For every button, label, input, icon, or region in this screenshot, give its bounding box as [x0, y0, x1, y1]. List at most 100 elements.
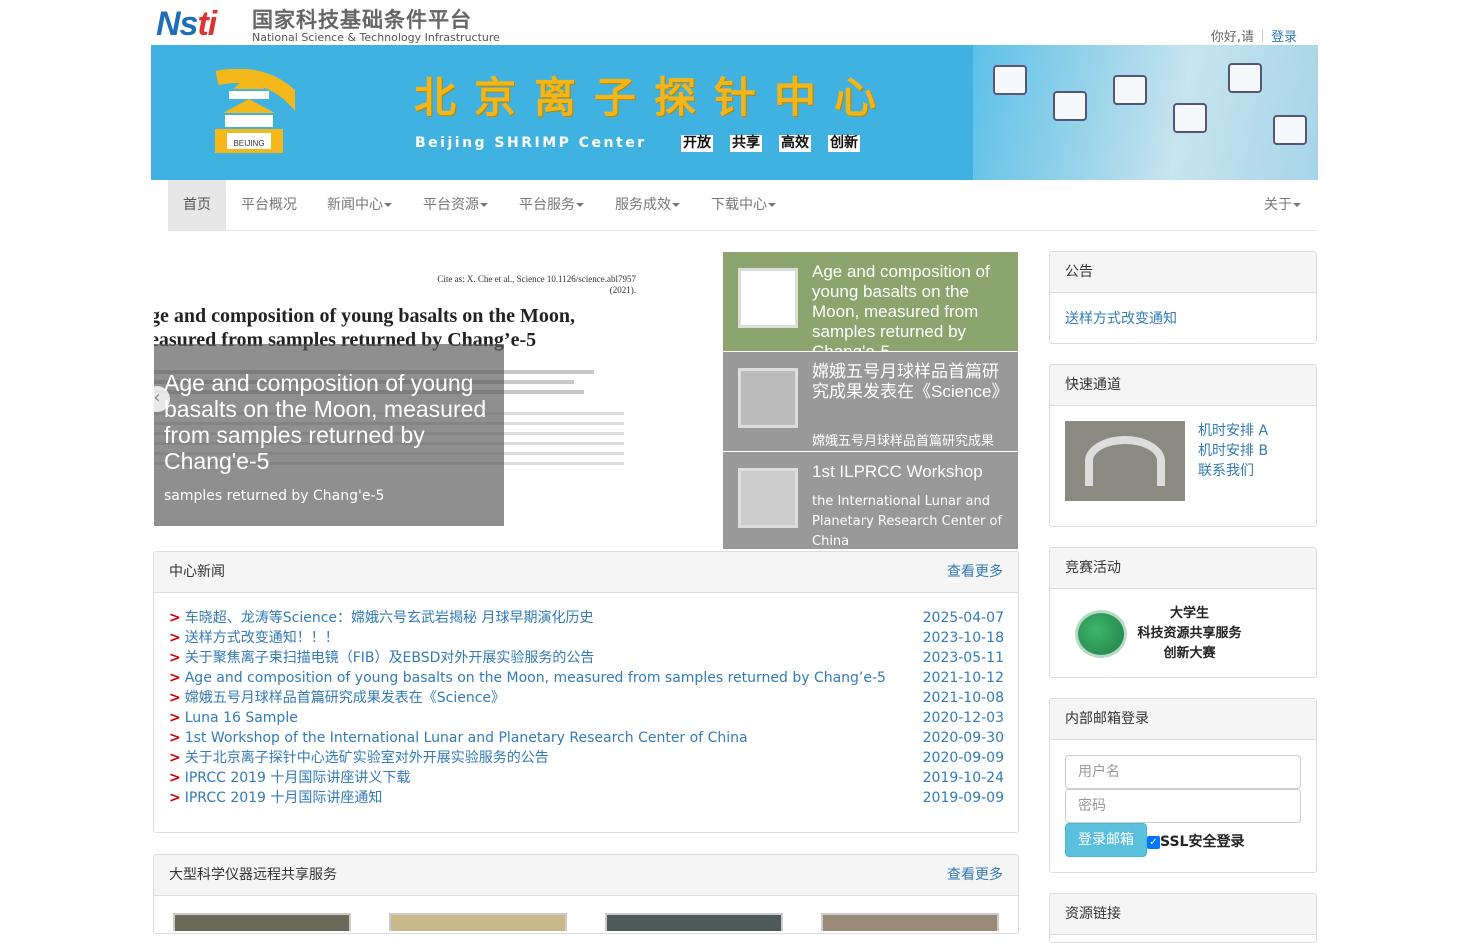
news-date: 2020-12-03: [922, 710, 1004, 726]
nav-item-overview[interactable]: 平台概况: [226, 180, 312, 230]
nav-item-home[interactable]: 首页: [168, 180, 226, 230]
instrument-image[interactable]: [173, 913, 351, 931]
panel-title: 竞赛活动: [1065, 560, 1121, 576]
news-link[interactable]: IPRCC 2019 十月国际讲座通知: [185, 790, 383, 806]
bullet-arrow-icon: >: [169, 650, 181, 666]
greeting-text: 你好,请: [1210, 30, 1254, 45]
mail-login-button[interactable]: 登录邮箱: [1065, 823, 1147, 857]
instrument-image[interactable]: [389, 913, 567, 931]
news-item[interactable]: > 车晓超、龙涛等Science：嫦娥六号玄武岩揭秘 月球早期演化历史 2025-0…: [169, 608, 1004, 628]
bullet-arrow-icon: >: [169, 690, 181, 706]
ssl-checkbox[interactable]: ✓: [1147, 836, 1160, 849]
panel-heading: 公告: [1050, 252, 1316, 293]
nav-label: 首页: [183, 197, 211, 213]
temple-of-heaven-emblem: BEIJING: [215, 69, 295, 153]
news-item[interactable]: > 关于聚焦离子束扫描电镜（FIB）及EBSD对外开展实验服务的公告 2023-05…: [169, 648, 1004, 668]
ssl-option: ✓ SSL安全登录: [1147, 831, 1244, 851]
slide-caption-title[interactable]: Age and composition of young basalts on …: [164, 370, 499, 474]
panel-title: 资源链接: [1065, 906, 1121, 922]
panel-heading: 大型科学仪器远程共享服务 查看更多: [154, 855, 1018, 896]
carousel-thumb[interactable]: 嫦娥五号月球样品首篇研究成果发表在《Science》 嫦娥五号月球样品首篇研究成…: [723, 352, 1018, 451]
news-link[interactable]: 关于北京离子探针中心选矿实验室对外开展实验服务的公告: [185, 750, 549, 766]
resource-links-panel: 资源链接: [1049, 893, 1317, 943]
microscope-image: [1053, 91, 1087, 121]
news-item[interactable]: > Luna 16 Sample 2020-12-03: [169, 708, 1004, 728]
news-item[interactable]: > 嫦娥五号月球样品首篇研究成果发表在《Science》 2021-10-08: [169, 688, 1004, 708]
panel-title: 公告: [1065, 264, 1093, 280]
nav-item-resources[interactable]: 平台资源: [408, 180, 503, 230]
caret-down-icon: [384, 203, 392, 207]
nav-item-downloads[interactable]: 下载中心: [696, 180, 791, 230]
thumb-image: [738, 368, 798, 428]
news-link[interactable]: 关于聚焦离子束扫描电镜（FIB）及EBSD对外开展实验服务的公告: [185, 650, 595, 666]
more-link[interactable]: 查看更多: [947, 855, 1003, 896]
panel-heading: 内部邮箱登录: [1050, 699, 1316, 740]
thumb-title: 嫦娥五号月球样品首篇研究成果发表在《Science》: [812, 362, 1009, 401]
bullet-arrow-icon: >: [169, 770, 181, 786]
caret-down-icon: [576, 203, 584, 207]
news-item[interactable]: >1st Workshop of the International Lunar…: [169, 728, 1004, 748]
contest-line: 科技资源共享服务: [1137, 626, 1242, 641]
news-item[interactable]: > IPRCC 2019 十月国际讲座通知 2019-09-09: [169, 788, 1004, 808]
news-list: > 车晓超、龙涛等Science：嫦娥六号玄武岩揭秘 月球早期演化历史 2025-0…: [169, 608, 1004, 808]
logo-chinese-name: 国家科技基础条件平台: [252, 8, 472, 32]
top-bar: Nsti 国家科技基础条件平台 National Science & Techn…: [151, 0, 1319, 45]
nav-item-services[interactable]: 平台服务: [504, 180, 599, 230]
bullet-arrow-icon: >: [169, 750, 181, 766]
login-link[interactable]: 登录: [1271, 30, 1297, 45]
news-link[interactable]: IPRCC 2019 十月国际讲座讲义下载: [185, 770, 411, 786]
user-links: 你好,请 登录: [1211, 26, 1297, 45]
contest-line: 大学生: [1169, 606, 1209, 621]
news-date: 2021-10-08: [922, 690, 1004, 706]
news-link[interactable]: 车晓超、龙涛等Science：嫦娥六号玄武岩揭秘 月球早期演化历史: [185, 610, 594, 626]
contest-banner[interactable]: 大学生 科技资源共享服务 创新大赛: [1132, 604, 1247, 664]
carousel-thumb[interactable]: Age and composition of young basalts on …: [723, 252, 1018, 351]
instrument-thumbnail[interactable]: [1065, 421, 1185, 501]
news-item[interactable]: > IPRCC 2019 十月国际讲座讲义下载 2019-10-24: [169, 768, 1004, 788]
instrument-image[interactable]: [821, 913, 999, 931]
thumb-desc: 嫦娥五号月球样品首篇研究成果: [812, 434, 995, 449]
news-item[interactable]: > 关于北京离子探针中心选矿实验室对外开展实验服务的公告 2020-09-09: [169, 748, 1004, 768]
more-link[interactable]: 查看更多: [947, 552, 1003, 593]
news-link[interactable]: 嫦娥五号月球样品首篇研究成果发表在《Science》: [185, 690, 505, 706]
mail-login-panel: 内部邮箱登录 用户名 密码 登录邮箱 ✓ SSL安全登录: [1049, 698, 1317, 873]
news-link[interactable]: Luna 16 Sample: [185, 710, 298, 726]
ssl-label: SSL安全登录: [1160, 834, 1245, 850]
panel-title: 大型科学仪器远程共享服务: [169, 867, 337, 883]
username-input[interactable]: 用户名: [1065, 755, 1301, 789]
banner-tag: 创新: [828, 135, 860, 152]
nav-item-about[interactable]: 关于: [1249, 180, 1316, 230]
nav-label: 平台服务: [519, 197, 575, 213]
notice-panel: 公告 送样方式改变通知: [1049, 251, 1317, 344]
bullet-arrow-icon: >: [169, 710, 181, 726]
quick-link[interactable]: 机时安排 A: [1198, 421, 1268, 441]
news-item[interactable]: > Age and composition of young basalts on…: [169, 668, 1004, 688]
nav-item-news[interactable]: 新闻中心: [312, 180, 407, 230]
instrument-image[interactable]: [605, 913, 783, 931]
news-item[interactable]: > 送样方式改变通知！！！ 2023-10-18: [169, 628, 1004, 648]
quick-links: 机时安排 A 机时安排 B 联系我们: [1198, 421, 1268, 481]
carousel-thumb[interactable]: 1st ILPRCC Workshop the International Lu…: [723, 452, 1018, 549]
paper-title-line: ge and composition of young basalts on t…: [154, 305, 576, 327]
panel-title: 内部邮箱登录: [1065, 711, 1149, 727]
contest-line: 创新大赛: [1163, 646, 1216, 661]
password-input[interactable]: 密码: [1065, 789, 1301, 823]
nav-label: 新闻中心: [327, 197, 383, 213]
nsti-logo[interactable]: Nsti 国家科技基础条件平台 National Science & Techn…: [156, 5, 501, 45]
nav-label: 服务成效: [615, 197, 671, 213]
carousel-thumbnails: Age and composition of young basalts on …: [723, 252, 1018, 549]
news-date: 2020-09-30: [922, 730, 1004, 746]
news-link[interactable]: 送样方式改变通知！！！: [185, 630, 339, 646]
notice-link[interactable]: 送样方式改变通知: [1065, 309, 1177, 329]
bullet-arrow-icon: >: [169, 670, 181, 686]
contest-logo-icon[interactable]: [1075, 610, 1127, 658]
banner-tag: 高效: [779, 135, 811, 152]
news-link[interactable]: Age and composition of young basalts on …: [185, 670, 886, 686]
news-link[interactable]: 1st Workshop of the International Lunar …: [185, 730, 748, 746]
quick-link[interactable]: 机时安排 B: [1198, 441, 1268, 461]
nav-label: 平台概况: [241, 197, 297, 213]
banner-tag: 开放: [681, 135, 713, 152]
quick-link[interactable]: 联系我们: [1198, 461, 1268, 481]
news-date: 2021-10-12: [922, 670, 1004, 686]
nav-item-achievements[interactable]: 服务成效: [600, 180, 695, 230]
